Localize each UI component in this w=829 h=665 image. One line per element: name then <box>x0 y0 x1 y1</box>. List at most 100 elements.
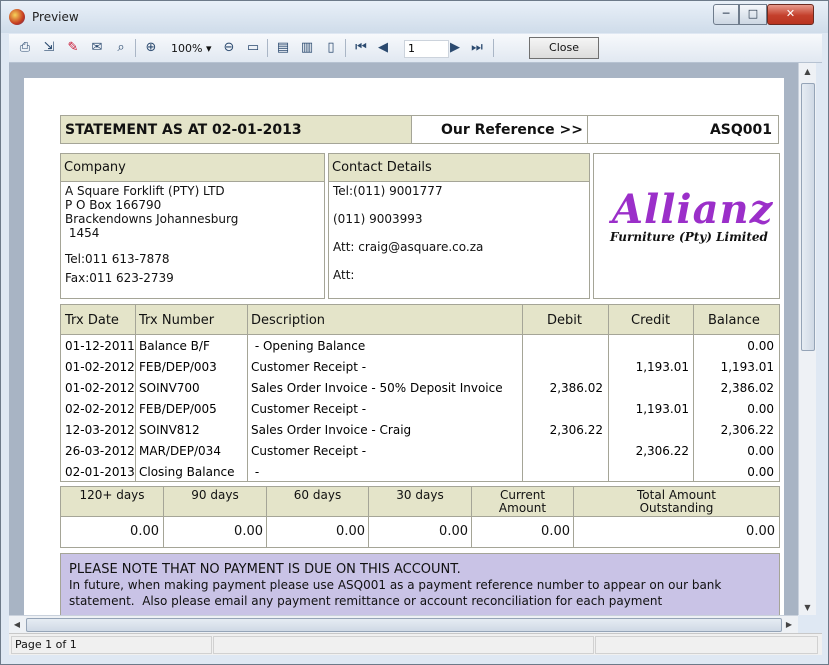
table-row-description: Sales Order Invoice - 50% Deposit Invoic… <box>251 381 503 395</box>
table-row-credit <box>609 464 689 480</box>
table-row-date: 01-02-2012 <box>65 381 135 395</box>
single-page-icon[interactable]: ▤ <box>273 38 293 58</box>
window-title: Preview <box>32 10 79 24</box>
table-row-date: 12-03-2012 <box>65 423 135 437</box>
table-row-description: Customer Receipt - <box>251 402 367 416</box>
contact-line: Att: craig@asquare.co.za <box>333 240 484 254</box>
aging-header-30: 30 days <box>396 488 444 502</box>
table-row-number: Closing Balance <box>139 465 235 479</box>
preview-window: Preview ─ □ ✕ ⎙ ⇲ ✎ ✉ ⌕ ⊕ 100% ▾ ⊖ ▭ ▤ ▥… <box>0 0 829 665</box>
table-row-description: Customer Receipt - <box>251 444 367 458</box>
aging-value-60: 0.00 <box>336 524 365 539</box>
vertical-scrollbar[interactable]: ▲ ▼ <box>798 63 816 615</box>
table-row-number: SOINV812 <box>139 423 200 437</box>
table-row-balance: 0.00 <box>747 444 774 458</box>
transactions-table: Trx Date Trx Number Description Debit Cr… <box>60 304 780 482</box>
horizontal-scrollbar[interactable]: ◀ ▶ <box>9 615 798 633</box>
scroll-right-icon[interactable]: ▶ <box>783 620 795 629</box>
zoom-out-icon[interactable]: ⊖ <box>219 38 239 58</box>
contact-header: Contact Details <box>329 154 589 182</box>
status-section <box>213 636 594 654</box>
table-row-date: 01-12-2011 <box>65 339 135 353</box>
aging-header-60: 60 days <box>293 488 342 502</box>
table-row-description: - Opening Balance <box>251 339 366 353</box>
first-page-icon[interactable]: ⏮ <box>351 38 371 58</box>
contact-line: Att: <box>333 268 355 282</box>
table-row-date: 02-02-2012 <box>65 402 135 416</box>
table-row-debit <box>523 359 603 375</box>
report-viewport: STATEMENT AS AT 02-01-2013 Our Reference… <box>9 63 798 615</box>
table-row-debit <box>523 338 603 354</box>
page-width-icon[interactable]: ▭ <box>243 38 263 58</box>
statement-title: STATEMENT AS AT 02-01-2013 <box>65 122 302 138</box>
scroll-left-icon[interactable]: ◀ <box>11 620 23 629</box>
table-row-balance: 0.00 <box>747 402 774 416</box>
pdf-icon[interactable]: ✎ <box>63 38 83 58</box>
scroll-down-icon[interactable]: ▼ <box>799 603 816 612</box>
table-row-credit: 1,193.01 <box>635 360 689 374</box>
email-icon[interactable]: ✉ <box>87 38 107 58</box>
title-bar[interactable]: Preview ─ □ ✕ <box>1 1 828 33</box>
table-row-description: Sales Order Invoice - Craig <box>251 423 412 437</box>
toolbar: ⎙ ⇲ ✎ ✉ ⌕ ⊕ 100% ▾ ⊖ ▭ ▤ ▥ ▯ ⏮ ◀ 1 ▶ ⏭ C… <box>9 34 822 63</box>
aging-header-120: 120+ days <box>79 488 145 502</box>
header-debit: Debit <box>547 313 582 328</box>
aging-value-120: 0.00 <box>130 524 159 539</box>
aging-value-current: 0.00 <box>541 524 570 539</box>
table-row-number: Balance B/F <box>139 339 210 353</box>
app-icon <box>9 9 25 25</box>
aging-header-90: 90 days <box>191 488 239 502</box>
print-icon[interactable]: ⎙ <box>15 38 35 58</box>
aging-value-total: 0.00 <box>746 524 775 539</box>
table-row-description: Customer Receipt - <box>251 360 367 374</box>
table-row-balance: 0.00 <box>747 339 774 353</box>
zoom-in-icon[interactable]: ⊕ <box>141 38 161 58</box>
table-row-number: SOINV700 <box>139 381 200 395</box>
note-line-2: In future, when making payment please us… <box>69 578 722 592</box>
aging-value-30: 0.00 <box>439 524 468 539</box>
company-line: Brackendowns Johannesburg <box>65 212 239 226</box>
book-icon[interactable]: ▯ <box>321 38 341 58</box>
table-row-credit: 1,193.01 <box>635 402 689 416</box>
close-window-button[interactable]: ✕ <box>767 4 814 25</box>
status-bar: Page 1 of 1 <box>9 633 822 655</box>
page-number-input[interactable]: 1 <box>404 40 449 58</box>
table-row-balance: 2,306.22 <box>720 423 774 437</box>
scroll-up-icon[interactable]: ▲ <box>799 67 816 76</box>
table-row-debit <box>523 401 603 417</box>
report-page: STATEMENT AS AT 02-01-2013 Our Reference… <box>24 78 784 615</box>
table-row-number: MAR/DEP/034 <box>139 444 221 458</box>
contact-box: Contact Details Tel:(011) 9001777 (011) … <box>328 153 590 299</box>
company-header: Company <box>61 154 324 182</box>
zoom-value: 100% <box>171 42 203 55</box>
company-line: A Square Forklift (PTY) LTD <box>65 184 225 198</box>
last-page-icon[interactable]: ⏭ <box>467 38 487 58</box>
toolbar-separator <box>135 39 136 57</box>
table-row-number: FEB/DEP/005 <box>139 402 217 416</box>
multi-page-icon[interactable]: ▥ <box>297 38 317 58</box>
find-icon[interactable]: ⌕ <box>111 38 131 58</box>
export-icon[interactable]: ⇲ <box>39 38 59 58</box>
company-header-label: Company <box>64 160 126 175</box>
company-line: P O Box 166790 <box>65 198 162 212</box>
previous-page-icon[interactable]: ◀ <box>373 38 393 58</box>
vertical-scroll-thumb[interactable] <box>801 83 815 351</box>
table-row-balance: 0.00 <box>747 465 774 479</box>
statement-title-cell: STATEMENT AS AT 02-01-2013 <box>60 115 412 144</box>
aging-header-total: Total Amount Outstanding <box>637 488 716 515</box>
toolbar-separator <box>267 39 268 57</box>
status-section <box>595 636 818 654</box>
table-row-credit <box>609 422 689 438</box>
table-row-credit <box>609 380 689 396</box>
horizontal-scroll-thumb[interactable] <box>26 618 782 632</box>
minimize-button[interactable]: ─ <box>713 4 739 25</box>
maximize-button[interactable]: □ <box>739 4 767 25</box>
note-line-3: statement. Also please email any payment… <box>69 594 663 608</box>
column-divider <box>135 305 136 481</box>
reference-value: ASQ001 <box>709 122 772 138</box>
company-fax: Fax:011 623-2739 <box>65 271 174 285</box>
logo-wordmark: Allianz <box>612 186 774 233</box>
next-page-icon[interactable]: ▶ <box>445 38 465 58</box>
zoom-select[interactable]: 100% ▾ <box>171 41 215 56</box>
close-button[interactable]: Close <box>529 37 599 59</box>
